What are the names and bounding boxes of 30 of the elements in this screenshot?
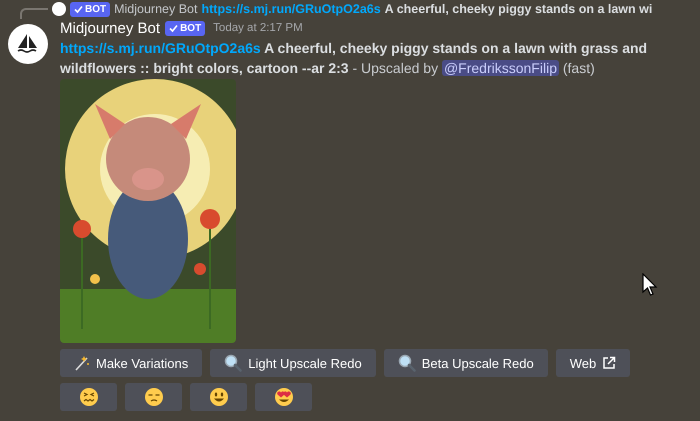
reply-author[interactable]: Midjourney Bot — [114, 2, 198, 16]
link[interactable]: https://s.mj.run/GRuOtpO2a6s — [60, 40, 261, 56]
action-button[interactable]: Light Upscale Redo — [210, 349, 376, 377]
magic-wand-icon — [74, 355, 90, 371]
reaction-button[interactable] — [60, 383, 117, 411]
smiling-face-icon — [208, 387, 228, 407]
reply-connector — [20, 8, 48, 19]
reaction-button[interactable] — [125, 383, 182, 411]
sailboat-avatar-icon[interactable] — [8, 24, 48, 64]
confounded-face-icon — [78, 387, 98, 407]
reaction-button[interactable] — [255, 383, 312, 411]
reaction-button[interactable] — [190, 383, 247, 411]
user-mention[interactable]: @FredrikssonFilip — [442, 60, 559, 76]
avatar-icon — [52, 2, 66, 16]
unamused-face-icon — [144, 387, 164, 407]
action-button[interactable]: Make Variations — [60, 349, 202, 377]
link[interactable]: https://s.mj.run/GRuOtpO2a6s — [201, 2, 381, 16]
cursor-icon — [642, 273, 658, 297]
magnifier-icon — [224, 354, 242, 372]
message-text: https://s.mj.run/GRuOtpO2a6s A cheerful, cheeky piggy stands on a lawn with grass and wildflowers :: bright colors, cartoon --ar 2:3 - Upscaled by @FredrikssonFilip (fast) — [60, 39, 648, 78]
external-link-icon — [602, 356, 616, 370]
bot-badge: BOT — [165, 20, 206, 36]
heart-eyes-face-icon — [274, 387, 294, 407]
bot-badge: BOT — [70, 2, 110, 16]
reply-text: A cheerful, cheeky piggy stands on a lawn wi — [384, 2, 652, 16]
author-name[interactable]: Midjourney Bot — [60, 20, 160, 36]
magnifier-icon — [398, 354, 416, 372]
timestamp: Today at 2:17 PM — [213, 22, 303, 34]
web-button[interactable]: Web — [556, 349, 630, 377]
action-button[interactable]: Beta Upscale Redo — [384, 349, 548, 377]
